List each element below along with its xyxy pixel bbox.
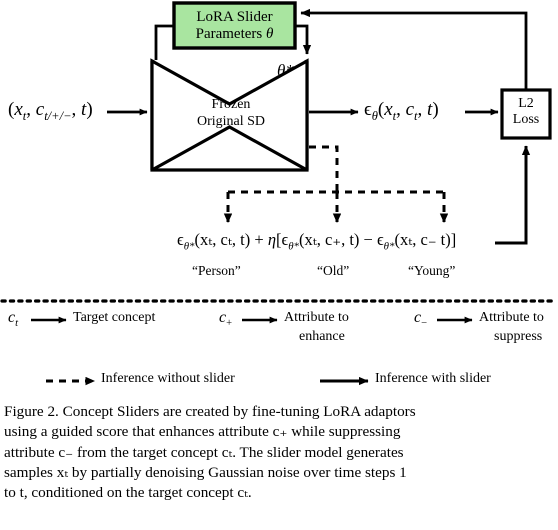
lora-to-unet-left-connector (154, 24, 174, 60)
input-c-sub: t/+/− (44, 108, 72, 123)
unet-label-line1: Frozen (211, 97, 251, 112)
output-c: c (405, 99, 415, 120)
output-x: x (384, 99, 393, 120)
figure-container: LoRA Slider Parameters θ Frozen Original… (0, 0, 558, 530)
gs-term1-eps: ϵ (177, 230, 184, 249)
gs-term3-eps: ϵ (376, 230, 384, 249)
legend-desc-cminus-line2: suppress (494, 329, 543, 344)
output-math-label: ϵθ(xt, ct, t) (364, 100, 439, 123)
quote-label-person: “Person” (192, 263, 241, 278)
l2-loss-line2: Loss (512, 112, 540, 128)
caption-line-1: Figure 2. Concept Sliders are created by… (4, 403, 416, 420)
legend-symbol-ct-sub: t (15, 318, 19, 330)
legend-symbol-cplus: c+ (219, 309, 233, 330)
legend-desc-ct: Target concept (73, 310, 156, 325)
legend-symbol-cminus: c− (414, 309, 428, 330)
gs-minus: − (359, 230, 377, 249)
input-x: x (14, 99, 23, 120)
guided-score-to-loss-arrow (495, 145, 531, 245)
lora-to-unet-right-connector (295, 24, 312, 55)
output-comma1: , (396, 99, 406, 120)
input-paren-close: ) (86, 99, 93, 120)
gs-bracket-close: ] (450, 230, 457, 249)
gs-term3-sub: θ* (383, 240, 395, 253)
gs-term2-sub: θ* (288, 240, 299, 253)
dashed-branch-stem (309, 145, 339, 192)
input-c: c (35, 99, 45, 120)
legend-symbol-cplus-sub: + (226, 318, 233, 330)
legend-desc-cplus-line2: enhance (299, 329, 345, 344)
legend-desc-cminus-line1: Attribute to (479, 310, 544, 325)
output-paren-close: ) (432, 99, 439, 120)
diagram-graphics (0, 1, 558, 386)
input-comma1: , (26, 99, 36, 120)
quote-label-young: “Young” (408, 263, 456, 278)
l2-loss-label: L2 Loss (503, 96, 549, 128)
guided-score-equation: ϵθ*(xₜ, cₜ, t) + η[ϵθ*(xₜ, c₊, t) − ϵθ*(… (177, 231, 456, 253)
caption-line-5: to t, conditioned on the target concept … (4, 484, 252, 502)
theta-star-label: θ* (277, 61, 294, 80)
gs-term3-args: (xₜ, c₋ t) (394, 230, 451, 249)
gs-term1-args: (xₜ, cₜ, t) (194, 230, 251, 249)
quote-label-old: “Old” (317, 263, 350, 278)
legend-symbol-cminus-sub: − (421, 318, 428, 330)
legend-desc-cplus-line1: Attribute to (284, 310, 349, 325)
unet-label: Frozen Original SD (176, 97, 286, 130)
gs-plus: + (250, 230, 268, 249)
lora-slider-box (172, 1, 297, 50)
output-epsilon: ϵ (364, 99, 372, 120)
legend-symbol-ct: ct (8, 309, 19, 330)
caption-line-2: using a guided score that enhances attri… (4, 423, 401, 441)
input-math-label: (xt, ct/+/−, t) (8, 100, 93, 123)
gs-eta: η (267, 230, 277, 249)
gradient-feedback-arrow (300, 8, 528, 90)
output-comma2: , (417, 99, 428, 120)
caption-line-3: attribute c₋ from the target concept cₜ.… (4, 443, 404, 461)
legend-label-inference-with-slider: Inference with slider (375, 371, 491, 386)
unet-label-line2: Original SD (196, 113, 266, 129)
gs-term2-args: (xₜ, c₊, t) (298, 230, 360, 249)
gs-term1-sub: θ* (183, 240, 195, 253)
figure-caption: Figure 2. Concept Sliders are created by… (4, 402, 554, 503)
caption-line-4: samples xₜ by partially denoising Gaussi… (4, 463, 407, 481)
legend-label-inference-without-slider: Inference without slider (101, 371, 235, 386)
input-comma2: , (71, 99, 82, 120)
l2-loss-line1: L2 (518, 96, 534, 111)
